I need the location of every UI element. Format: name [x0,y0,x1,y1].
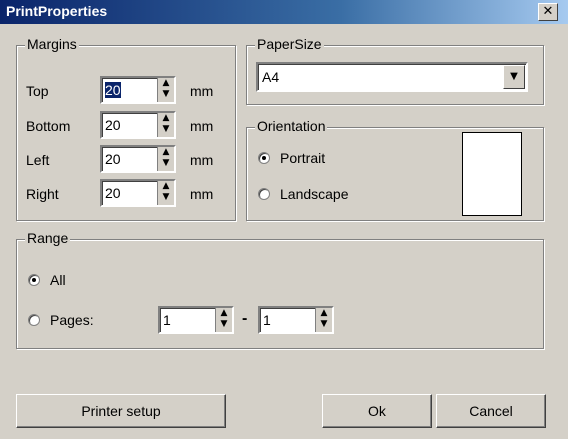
spin-arrows-icon[interactable]: ▲ ▼ [157,113,174,137]
pages-to-value[interactable]: 1 [263,312,271,328]
chevron-down-icon[interactable]: ▼ [503,65,525,89]
margin-top-stepper[interactable]: 20 ▲ ▼ [100,76,176,104]
range-pages-radio[interactable]: Pages: [28,312,94,328]
spin-arrows-icon[interactable]: ▲ ▼ [157,181,174,205]
margin-right-stepper[interactable]: 20 ▲ ▼ [100,179,176,207]
papersize-dropdown[interactable]: A4 ▼ [256,62,528,92]
margin-top-value[interactable]: 20 [105,82,121,98]
pages-from-stepper[interactable]: 1 ▲ ▼ [158,306,234,334]
margin-top-label: Top [26,83,49,99]
radio-unchecked-icon[interactable] [258,188,270,200]
margin-right-value[interactable]: 20 [105,185,121,201]
pages-to-stepper[interactable]: 1 ▲ ▼ [258,306,334,334]
margin-right-unit: mm [190,186,214,202]
landscape-label[interactable]: Landscape [280,186,349,202]
margin-bottom-label: Bottom [26,118,71,134]
spin-arrows-icon[interactable]: ▲ ▼ [157,147,174,171]
range-legend: Range [25,230,71,246]
range-all-radio[interactable]: All [28,272,66,288]
papersize-value: A4 [262,69,280,85]
margin-left-unit: mm [190,152,214,168]
printer-setup-button[interactable]: Printer setup [16,394,226,428]
portrait-radio[interactable]: Portrait [258,150,325,166]
margin-left-label: Left [26,152,50,168]
range-pages-label[interactable]: Pages: [50,312,94,328]
margin-left-value[interactable]: 20 [105,151,121,167]
margin-bottom-stepper[interactable]: 20 ▲ ▼ [100,111,176,139]
window-title: PrintProperties [6,3,108,19]
radio-checked-icon[interactable] [258,152,270,164]
margin-right-label: Right [26,186,59,202]
range-all-label[interactable]: All [50,272,66,288]
orientation-preview [462,132,522,216]
radio-unchecked-icon[interactable] [28,314,40,326]
cancel-button[interactable]: Cancel [436,394,546,428]
margins-legend: Margins [25,36,79,52]
margin-bottom-unit: mm [190,118,214,134]
spin-arrows-icon[interactable]: ▲ ▼ [215,308,232,332]
margin-bottom-value[interactable]: 20 [105,117,121,133]
close-icon[interactable]: ✕ [538,3,558,21]
margin-top-unit: mm [190,83,214,99]
spin-arrows-icon[interactable]: ▲ ▼ [157,78,174,102]
spin-arrows-icon[interactable]: ▲ ▼ [315,308,332,332]
landscape-radio[interactable]: Landscape [258,186,349,202]
pages-from-value[interactable]: 1 [163,312,171,328]
papersize-legend: PaperSize [255,36,324,52]
margin-left-stepper[interactable]: 20 ▲ ▼ [100,145,176,173]
pages-dash: - [242,310,248,327]
ok-button[interactable]: Ok [322,394,432,428]
radio-checked-icon[interactable] [28,274,40,286]
title-bar: PrintProperties ✕ [0,0,568,24]
orientation-legend: Orientation [255,118,328,134]
portrait-label[interactable]: Portrait [280,150,325,166]
